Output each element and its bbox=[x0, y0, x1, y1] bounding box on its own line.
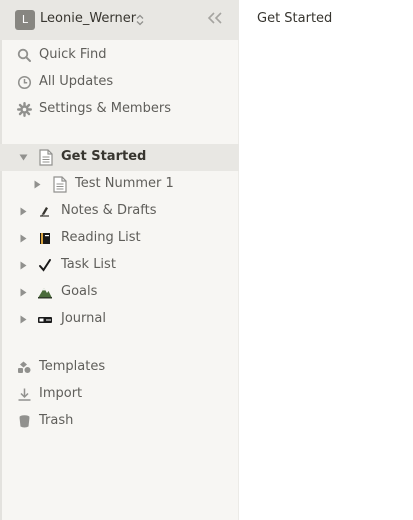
import-label: Import bbox=[39, 386, 83, 401]
toggle-expanded-icon[interactable] bbox=[19, 153, 28, 162]
chevron-up-down-icon bbox=[136, 14, 144, 26]
clock-icon bbox=[17, 75, 32, 90]
book-icon bbox=[40, 233, 50, 244]
toggle-collapsed-icon[interactable] bbox=[19, 288, 28, 297]
toggle-collapsed-icon[interactable] bbox=[19, 207, 28, 216]
notebook-icon bbox=[38, 317, 52, 323]
double-chevron-left-icon[interactable] bbox=[206, 11, 224, 25]
pen-icon bbox=[40, 207, 49, 217]
gear-icon bbox=[17, 102, 32, 117]
trash-icon bbox=[19, 415, 30, 428]
page-notes-drafts[interactable]: Notes & Drafts bbox=[0, 198, 239, 225]
settings-members-label: Settings & Members bbox=[39, 101, 171, 116]
templates-label: Templates bbox=[39, 359, 106, 374]
page-icon bbox=[39, 149, 53, 166]
page-journal[interactable]: Journal bbox=[0, 306, 239, 333]
templates-button[interactable]: Templates bbox=[0, 354, 239, 381]
search-icon bbox=[17, 48, 31, 62]
page-reading-list[interactable]: Reading List bbox=[0, 225, 239, 252]
trash-label: Trash bbox=[39, 413, 74, 428]
toggle-collapsed-icon[interactable] bbox=[19, 261, 28, 270]
toggle-collapsed-icon[interactable] bbox=[33, 180, 42, 189]
page-goals[interactable]: Goals bbox=[0, 279, 239, 306]
page-label: Task List bbox=[61, 257, 116, 272]
quick-find-label: Quick Find bbox=[39, 47, 107, 62]
app-window: L Leonie_Werner Quick Find All Updates S… bbox=[0, 0, 413, 520]
page-task-list[interactable]: Task List bbox=[0, 252, 239, 279]
page-get-started[interactable]: Get Started bbox=[0, 144, 239, 171]
sidebar: L Leonie_Werner Quick Find All Updates S… bbox=[0, 0, 239, 520]
trash-button[interactable]: Trash bbox=[0, 408, 239, 435]
import-button[interactable]: Import bbox=[0, 381, 239, 408]
workspace-avatar: L bbox=[15, 10, 35, 30]
page-label: Test Nummer 1 bbox=[75, 176, 174, 191]
page-label: Reading List bbox=[61, 230, 141, 245]
quick-find-button[interactable]: Quick Find bbox=[0, 42, 239, 69]
page-title: Get Started bbox=[257, 11, 333, 26]
toggle-collapsed-icon[interactable] bbox=[19, 234, 28, 243]
workspace-name: Leonie_Werner bbox=[40, 11, 137, 26]
page-label: Notes & Drafts bbox=[61, 203, 157, 218]
mountain-icon bbox=[38, 288, 52, 299]
page-label: Journal bbox=[61, 311, 106, 326]
all-updates-label: All Updates bbox=[39, 74, 114, 89]
shapes-icon bbox=[18, 361, 31, 373]
workspace-switcher[interactable]: L Leonie_Werner bbox=[0, 0, 239, 40]
page-icon bbox=[53, 176, 67, 193]
download-icon bbox=[18, 388, 31, 401]
page-label: Get Started bbox=[61, 149, 147, 164]
settings-members-button[interactable]: Settings & Members bbox=[0, 96, 239, 123]
all-updates-button[interactable]: All Updates bbox=[0, 69, 239, 96]
toggle-collapsed-icon[interactable] bbox=[19, 315, 28, 324]
page-label: Goals bbox=[61, 284, 98, 299]
page-test-nummer-1[interactable]: Test Nummer 1 bbox=[0, 171, 239, 198]
check-icon bbox=[39, 259, 51, 272]
